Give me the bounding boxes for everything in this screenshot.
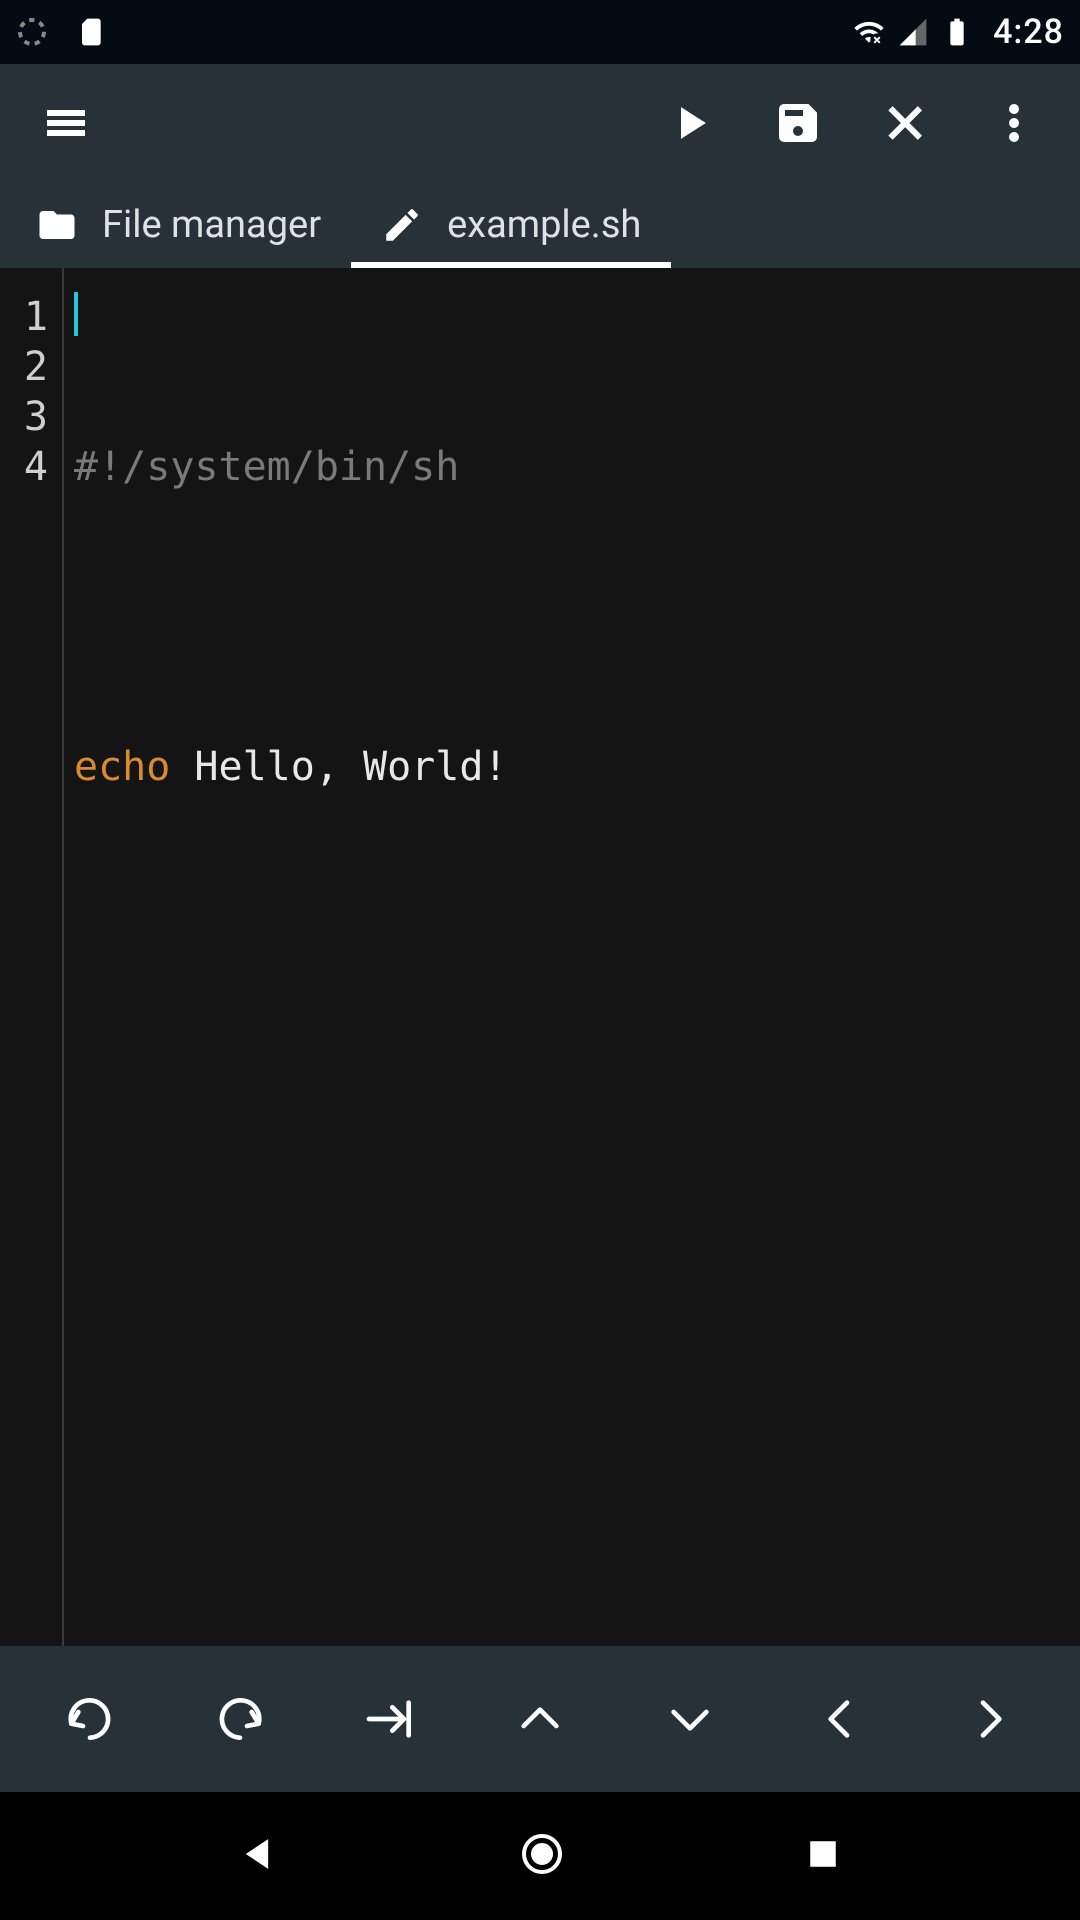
system-nav-bar <box>0 1792 1080 1920</box>
tab-bar: File manager example.sh <box>0 182 1080 268</box>
chevron-up-icon <box>512 1691 568 1747</box>
chevron-down-icon <box>662 1691 718 1747</box>
code-line-3-keyword: echo <box>74 744 170 790</box>
line-gutter: 1 2 3 4 <box>0 268 64 1646</box>
close-icon <box>882 99 930 147</box>
tab-key-button[interactable] <box>330 1671 450 1767</box>
pencil-icon <box>381 204 423 246</box>
undo-icon <box>62 1691 118 1747</box>
redo-button[interactable] <box>180 1671 300 1767</box>
cursor-down-button[interactable] <box>630 1671 750 1767</box>
tab-icon <box>362 1691 418 1747</box>
more-vert-icon <box>990 99 1038 147</box>
nav-back-button[interactable] <box>239 1834 279 1878</box>
cursor-right-button[interactable] <box>930 1671 1050 1767</box>
tab-file-manager-label: File manager <box>102 203 321 247</box>
folder-icon <box>36 204 78 246</box>
loading-spinner-icon <box>16 16 48 48</box>
nav-recents-icon <box>805 1836 841 1872</box>
code-editor[interactable]: 1 2 3 4 #!/system/bin/sh echo Hello, Wor… <box>0 268 1080 1646</box>
code-content[interactable]: #!/system/bin/sh echo Hello, World! <box>64 268 1080 1646</box>
run-button[interactable] <box>642 75 738 171</box>
cursor-up-button[interactable] <box>480 1671 600 1767</box>
tab-file-manager[interactable]: File manager <box>6 182 351 268</box>
code-line-2 <box>74 592 1080 642</box>
nav-back-icon <box>239 1834 279 1874</box>
chevron-left-icon <box>812 1691 868 1747</box>
overflow-menu-button[interactable] <box>966 75 1062 171</box>
nav-home-button[interactable] <box>518 1830 566 1882</box>
nav-recents-button[interactable] <box>805 1836 841 1876</box>
play-icon <box>666 99 714 147</box>
save-button[interactable] <box>750 75 846 171</box>
status-bar: 4:28 <box>0 0 1080 64</box>
battery-icon <box>941 16 973 48</box>
code-line-4 <box>74 892 1080 942</box>
status-time: 4:28 <box>993 12 1064 52</box>
line-number: 1 <box>0 292 62 342</box>
close-button[interactable] <box>858 75 954 171</box>
sd-card-icon <box>74 16 106 48</box>
line-number: 4 <box>0 442 62 492</box>
cell-signal-icon <box>897 16 929 48</box>
code-line-1: #!/system/bin/sh <box>74 444 459 490</box>
hamburger-icon <box>42 99 90 147</box>
undo-button[interactable] <box>30 1671 150 1767</box>
save-icon <box>774 99 822 147</box>
cursor-left-button[interactable] <box>780 1671 900 1767</box>
editor-key-bar <box>0 1646 1080 1792</box>
toolbar <box>0 64 1080 182</box>
chevron-right-icon <box>962 1691 1018 1747</box>
tab-editor[interactable]: example.sh <box>351 182 671 268</box>
line-number: 3 <box>0 392 62 442</box>
line-number: 2 <box>0 342 62 392</box>
wifi-icon <box>853 16 885 48</box>
menu-button[interactable] <box>18 75 114 171</box>
redo-icon <box>212 1691 268 1747</box>
nav-home-icon <box>518 1830 566 1878</box>
code-line-3-text: Hello, World! <box>170 744 507 790</box>
text-caret <box>74 292 78 336</box>
tab-editor-label: example.sh <box>447 203 641 247</box>
